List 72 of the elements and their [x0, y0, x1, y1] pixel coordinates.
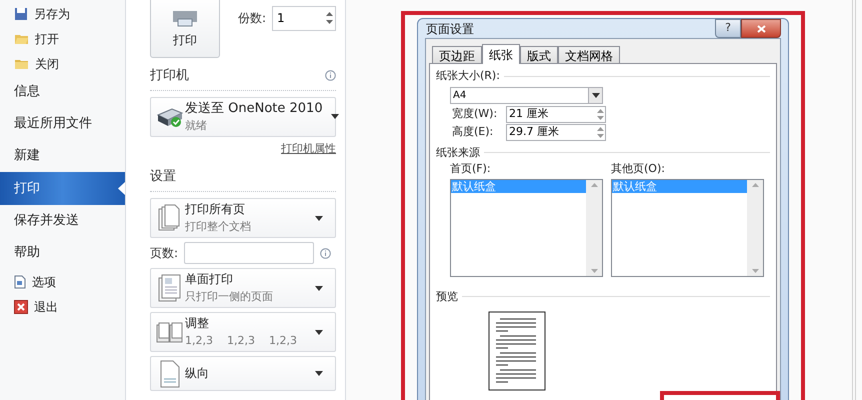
sidebar-item[interactable]: 选项: [0, 269, 125, 294]
scroll-down-icon: [590, 268, 598, 272]
printer-properties-link[interactable]: 打印机属性: [281, 140, 336, 157]
print-button[interactable]: 打印: [150, 0, 220, 58]
sidebar-item[interactable]: 另存为: [0, 1, 125, 26]
section-heading: 设置: [150, 169, 176, 184]
settings-dropdown[interactable]: 纵向: [150, 356, 336, 391]
copies-spinner[interactable]: 1: [272, 6, 336, 30]
scrollbar[interactable]: [586, 180, 602, 276]
field-label: 宽度(W):: [452, 106, 498, 122]
collate-sequence: 1,2,3: [227, 333, 255, 349]
scroll-up-icon: [590, 182, 598, 186]
list-label: 首页(F):: [450, 161, 492, 177]
sidebar-item[interactable]: 打开: [0, 26, 125, 51]
spinner-arrows-icon: [326, 11, 334, 25]
dialog-tab[interactable]: 版式: [520, 46, 558, 63]
settings-dropdown[interactable]: 发送至 OneNote 2010 就绪: [150, 96, 336, 136]
spinner-arrows-icon: [596, 126, 605, 138]
sidebar-item[interactable]: 打印: [0, 172, 125, 205]
dialog-title: 页面设置: [425, 20, 474, 38]
settings-dropdown[interactable]: 打印所有页 打印整个文档: [150, 198, 336, 238]
folder-icon: [14, 32, 29, 45]
scrollbar[interactable]: [747, 180, 763, 276]
help-button[interactable]: ?: [715, 19, 741, 38]
paper-size-select[interactable]: A4: [450, 86, 603, 104]
dropdown-caret-icon: [330, 114, 339, 119]
dialog-tab[interactable]: 页边距: [432, 46, 482, 63]
section-heading: 打印机: [150, 67, 189, 85]
collate-sequence: 1,2,3: [185, 333, 213, 349]
settings-dropdown[interactable]: 单面打印 只打印一侧的页面: [150, 268, 336, 308]
pages-icon: [158, 204, 182, 232]
pages-label: 页数:: [150, 245, 178, 262]
page-layout-icon: [158, 274, 182, 302]
dropdown-caret-icon: [315, 286, 323, 290]
document-icon: [14, 274, 26, 288]
copies-label: 份数:: [238, 10, 266, 27]
info-icon: [320, 248, 332, 258]
dialog-tab[interactable]: 纸张: [482, 44, 520, 64]
section-heading: 纸张大小(R):: [436, 68, 500, 84]
folder-icon: [14, 57, 29, 70]
size-spinner[interactable]: 21 厘米: [506, 106, 606, 122]
sidebar-item[interactable]: 保存并发送: [0, 205, 125, 237]
scroll-down-icon: [752, 268, 758, 272]
dropdown-caret-icon: [592, 92, 600, 98]
list-label: 其他页(O):: [611, 161, 666, 177]
scroll-up-icon: [752, 182, 758, 186]
dropdown-caret-icon: [315, 371, 323, 376]
close-icon: [756, 24, 766, 32]
pages-input-field[interactable]: [184, 242, 314, 264]
portrait-page-icon: [160, 360, 180, 388]
sidebar-item[interactable]: 新建: [0, 140, 125, 172]
page-preview-icon: [488, 311, 547, 392]
printer-icon: [172, 11, 198, 27]
sidebar-item[interactable]: 最近所用文件: [0, 108, 125, 140]
field-label: 高度(E):: [452, 124, 494, 140]
dialog-tab[interactable]: 文档网格: [558, 46, 620, 63]
collate-icon: [156, 320, 184, 344]
info-icon: [325, 70, 336, 82]
close-icon: [14, 300, 28, 314]
settings-dropdown[interactable]: 调整 1,2,3 1,2,3 1,2,3: [150, 312, 336, 352]
sidebar-item[interactable]: 信息: [0, 76, 125, 108]
collate-sequence: 1,2,3: [269, 333, 297, 349]
section-heading: 预览: [436, 288, 458, 304]
sidebar-item[interactable]: 退出: [0, 294, 125, 319]
size-spinner[interactable]: 29.7 厘米: [506, 124, 606, 140]
section-heading: 纸张来源: [436, 144, 480, 160]
spinner-arrows-icon: [596, 108, 605, 120]
sidebar-item[interactable]: 帮助: [0, 237, 125, 269]
close-button[interactable]: [741, 19, 781, 38]
sidebar-item[interactable]: 关闭: [0, 51, 125, 76]
dropdown-caret-icon: [315, 330, 323, 334]
dropdown-caret-icon: [315, 216, 323, 220]
